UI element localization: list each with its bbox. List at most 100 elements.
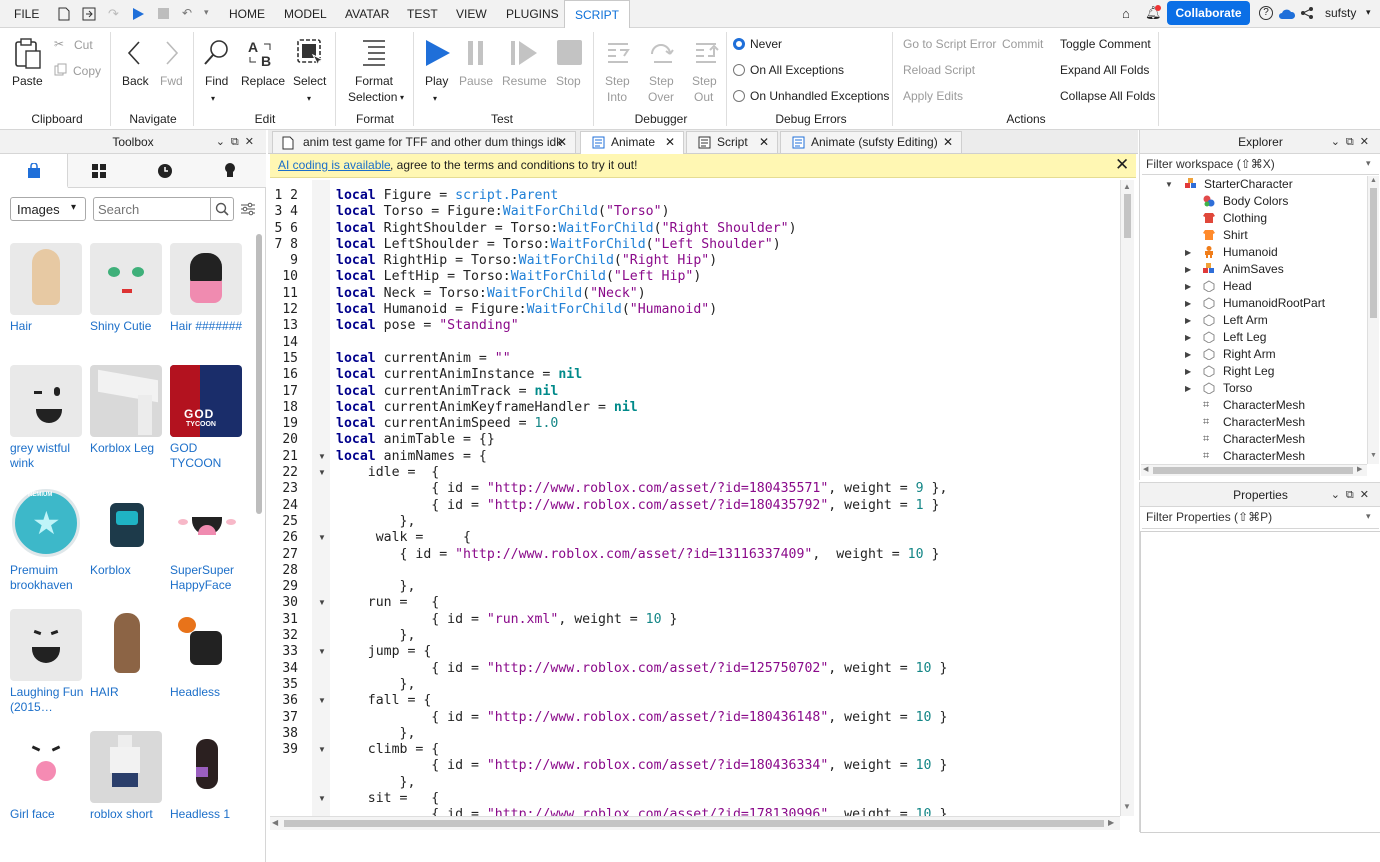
expand-arrow-icon[interactable]: ▶	[1185, 384, 1191, 393]
scroll-right-icon[interactable]: ▶	[1357, 465, 1362, 473]
toolbox-item[interactable]: ★ PREMIUM Premuim brookhaven	[10, 487, 82, 593]
pause-button[interactable]: Pause	[459, 74, 493, 88]
find-dropdown-icon[interactable]: ▾	[211, 94, 215, 103]
paste-button[interactable]: Paste	[12, 74, 43, 88]
replace-icon[interactable]: AB	[246, 38, 276, 68]
toolbox-search-input[interactable]	[98, 200, 208, 218]
format-selection-button[interactable]: Format	[355, 74, 393, 88]
toolbox-item[interactable]: GOD TYCOON GOD TYCOON	[170, 365, 242, 471]
tab-script-file[interactable]: Script ✕	[686, 131, 778, 153]
format-selection-icon[interactable]	[360, 38, 390, 68]
tree-item-clothing[interactable]: Clothing	[1223, 210, 1267, 227]
new-file-icon[interactable]	[58, 7, 70, 21]
inventory-grid-icon[interactable]	[92, 164, 106, 178]
tree-item-left-leg[interactable]: Left Leg	[1223, 329, 1266, 346]
close-icon[interactable]: ✕	[943, 132, 953, 153]
tab-view[interactable]: VIEW	[456, 0, 487, 28]
username-label[interactable]: sufsty	[1325, 6, 1356, 20]
find-magnifier-icon[interactable]	[202, 38, 232, 68]
close-icon[interactable]: ✕	[557, 132, 567, 153]
play-icon[interactable]	[424, 38, 452, 68]
expand-arrow-icon[interactable]: ▶	[1185, 333, 1191, 342]
share-icon[interactable]	[1300, 6, 1314, 20]
tree-item-left-arm[interactable]: Left Arm	[1223, 312, 1268, 329]
fold-arrow-icon[interactable]: ▼	[318, 598, 326, 607]
tree-item-charactermesh[interactable]: CharacterMesh	[1223, 431, 1305, 448]
explorer-tree[interactable]: ▼ StarterCharacter Body Colors Clothing …	[1141, 176, 1367, 466]
tree-item-animsaves[interactable]: AnimSaves	[1223, 261, 1284, 278]
tab-plugins[interactable]: PLUGINS	[506, 0, 559, 28]
tab-home[interactable]: HOME	[229, 0, 265, 28]
tree-item-charactermesh[interactable]: CharacterMesh	[1223, 448, 1305, 465]
step-out-button[interactable]: Step	[692, 74, 717, 88]
select-dropdown-icon[interactable]: ▾	[307, 94, 311, 103]
explorer-horizontal-scrollbar[interactable]: ◀ ▶	[1141, 464, 1367, 476]
properties-list[interactable]	[1140, 531, 1380, 833]
expand-arrow-icon[interactable]: ▶	[1185, 299, 1191, 308]
toolbox-item[interactable]: Korblox	[90, 487, 162, 578]
tree-item-head[interactable]: Head	[1223, 278, 1252, 295]
goto-script-error-button[interactable]: Go to Script Error	[903, 37, 996, 51]
toolbox-item[interactable]: Girl face	[10, 731, 82, 822]
expand-arrow-icon[interactable]: ▼	[1165, 180, 1173, 189]
toolbox-item[interactable]: Laughing Fun (2015…	[10, 609, 83, 715]
scroll-up-icon[interactable]: ▲	[1370, 177, 1377, 184]
never-radio[interactable]	[733, 38, 745, 50]
fold-arrow-icon[interactable]: ▼	[318, 794, 326, 803]
chevron-down-icon[interactable]: ▾	[1366, 158, 1371, 169]
explorer-filter-input[interactable]: Filter workspace (⇧⌘X)	[1146, 157, 1275, 171]
tab-place-file[interactable]: anim test game for TFF and other dum thi…	[272, 131, 576, 153]
code-viewport[interactable]: local Figure = script.Parent local Torso…	[332, 180, 1120, 816]
tree-item-humanoid[interactable]: Humanoid	[1223, 244, 1278, 261]
tree-item-right-leg[interactable]: Right Leg	[1223, 363, 1274, 380]
cut-button[interactable]: Cut	[74, 38, 93, 52]
editor-horizontal-scrollbar[interactable]: ◀ ▶	[270, 816, 1120, 830]
tab-animate[interactable]: Animate ✕	[580, 131, 684, 154]
help-icon[interactable]: ?	[1259, 6, 1273, 20]
explorer-vertical-scrollbar[interactable]: ▲ ▼	[1367, 176, 1379, 464]
copy-button[interactable]: Copy	[73, 64, 101, 78]
fold-arrow-icon[interactable]: ▼	[318, 533, 326, 542]
banner-close-icon[interactable]: ✕	[1115, 155, 1129, 175]
scroll-right-icon[interactable]: ▶	[1108, 818, 1114, 827]
fold-arrow-icon[interactable]: ▼	[318, 745, 326, 754]
toolbox-scrollbar[interactable]	[256, 234, 262, 514]
collapse-all-folds-button[interactable]: Collapse All Folds	[1060, 89, 1155, 103]
filter-sliders-icon[interactable]	[241, 202, 255, 216]
scroll-thumb[interactable]	[1370, 188, 1377, 318]
fold-arrow-icon[interactable]: ▼	[318, 452, 326, 461]
all-exceptions-radio[interactable]	[733, 64, 745, 76]
toolbox-item[interactable]: Headless 1	[170, 731, 242, 822]
home-icon[interactable]: ⌂	[1122, 6, 1130, 21]
replace-button[interactable]: Replace	[241, 74, 285, 88]
expand-all-folds-button[interactable]: Expand All Folds	[1060, 63, 1149, 77]
toolbox-item[interactable]: Hair #######	[170, 243, 242, 334]
scroll-down-icon[interactable]: ▼	[1123, 802, 1131, 811]
back-arrow-icon[interactable]	[126, 40, 142, 66]
explorer-filter-box[interactable]: Filter workspace (⇧⌘X) ▾	[1142, 154, 1379, 175]
fold-arrow-icon[interactable]: ▼	[318, 696, 326, 705]
cloud-icon[interactable]	[1278, 8, 1296, 20]
reload-script-button[interactable]: Reload Script	[903, 63, 975, 77]
tree-item-charactermesh[interactable]: CharacterMesh	[1223, 414, 1305, 431]
toolbox-search-box[interactable]	[93, 197, 234, 221]
tab-avatar[interactable]: AVATAR	[345, 0, 389, 28]
undo-history-icon[interactable]: ↶	[182, 6, 192, 20]
expand-arrow-icon[interactable]: ▶	[1185, 350, 1191, 359]
scroll-down-icon[interactable]: ▼	[1370, 452, 1377, 459]
tab-test[interactable]: TEST	[407, 0, 438, 28]
expand-arrow-icon[interactable]: ▶	[1185, 248, 1191, 257]
tree-item-humanoidrootpart[interactable]: HumanoidRootPart	[1223, 295, 1325, 312]
tab-model[interactable]: MODEL	[284, 0, 327, 28]
back-button[interactable]: Back	[122, 74, 149, 88]
creations-lightbulb-icon[interactable]	[224, 162, 236, 180]
format-dropdown-icon[interactable]: ▾	[400, 93, 404, 102]
recent-clock-icon[interactable]	[157, 163, 173, 179]
paste-icon[interactable]	[13, 38, 43, 70]
tree-item-startercharacter[interactable]: StarterCharacter	[1204, 176, 1293, 193]
ai-coding-link[interactable]: AI coding is available	[278, 158, 391, 172]
toolbox-item[interactable]: Shiny Cutie	[90, 243, 162, 334]
step-over-button[interactable]: Step	[649, 74, 674, 88]
toolbox-item[interactable]: Hair	[10, 243, 82, 334]
fold-arrow-icon[interactable]: ▼	[318, 468, 326, 477]
